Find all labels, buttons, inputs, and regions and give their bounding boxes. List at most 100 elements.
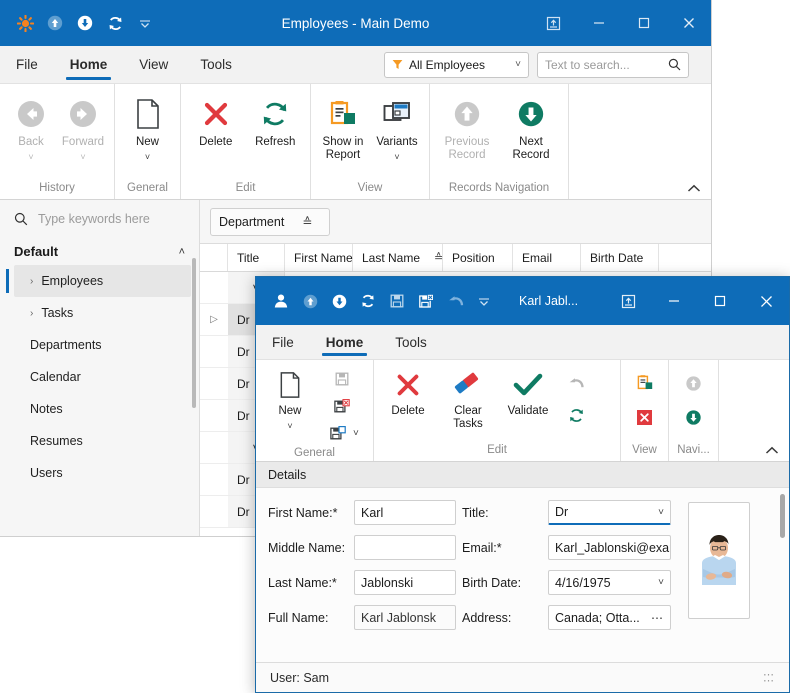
tab-tools[interactable]: Tools	[379, 325, 443, 359]
show-in-report-button[interactable]	[632, 371, 658, 395]
minimize-icon[interactable]	[576, 0, 621, 46]
validate-button[interactable]: Validate	[499, 365, 557, 422]
next-object-icon[interactable]	[326, 288, 352, 314]
app-logo-icon[interactable]	[12, 10, 38, 36]
new-button[interactable]: New ˅	[121, 92, 174, 165]
navigation-search-input[interactable]: Type keywords here	[0, 200, 199, 238]
forward-button[interactable]: Forward ˅	[58, 92, 108, 165]
detail-quick-access-toolbar	[256, 288, 497, 314]
chevron-down-icon: ˅	[144, 152, 151, 162]
first-name-input[interactable]: Karl	[354, 500, 456, 525]
variants-button[interactable]: Variants ˅	[371, 92, 423, 165]
tab-view[interactable]: View	[123, 46, 184, 83]
tab-tools[interactable]: Tools	[184, 46, 248, 83]
resize-grip-icon[interactable]: ⋯ ⋯	[763, 669, 775, 686]
tab-file[interactable]: File	[0, 46, 54, 83]
sidebar-item-users[interactable]: Users	[0, 457, 199, 489]
save-and-close-icon[interactable]	[413, 288, 439, 314]
maximize-icon[interactable]	[621, 0, 666, 46]
ribbon-group-view: View	[621, 360, 669, 461]
detail-ribbon-tabs: File Home Tools	[256, 325, 789, 360]
qat-overflow-icon[interactable]	[132, 10, 158, 36]
tab-file[interactable]: File	[256, 325, 310, 359]
show-in-report-button[interactable]: Show in Report	[317, 92, 369, 166]
address-lookup[interactable]: Canada; Otta... ⋯	[548, 605, 671, 630]
column-header-last-name[interactable]: Last Name ≙	[353, 244, 443, 271]
undo-button[interactable]	[563, 371, 589, 395]
new-document-icon	[277, 369, 303, 401]
validate-label: Validate	[507, 405, 549, 417]
restore-layout-icon[interactable]	[531, 0, 576, 46]
validate-check-icon	[513, 369, 543, 401]
sidebar-item-notes[interactable]: Notes	[0, 393, 199, 425]
column-header-filler	[659, 244, 711, 271]
previous-record-button[interactable]: Previous Record	[436, 92, 498, 166]
next-object-icon[interactable]	[72, 10, 98, 36]
previous-object-icon[interactable]	[42, 10, 68, 36]
full-name-input: Karl Jablonsk	[354, 605, 456, 630]
column-header-email[interactable]: Email	[513, 244, 581, 271]
chevron-down-icon[interactable]: ˅	[353, 428, 359, 439]
birth-date-combo[interactable]: 4/16/1975 ˅	[548, 570, 671, 595]
close-icon[interactable]	[743, 277, 789, 325]
email-input[interactable]: Karl_Jablonski@examp	[548, 535, 671, 560]
detail-content-scrollbar[interactable]	[780, 494, 785, 538]
next-record-button[interactable]	[681, 405, 707, 429]
tab-home[interactable]: Home	[310, 325, 380, 359]
maximize-icon[interactable]	[697, 277, 743, 325]
column-header-first-name[interactable]: First Name	[285, 244, 353, 271]
search-input[interactable]: Text to search...	[537, 51, 689, 78]
column-header-birth-date[interactable]: Birth Date	[581, 244, 659, 271]
full-name-label: Full Name:	[268, 610, 329, 625]
new-label: New	[278, 405, 302, 417]
close-record-button[interactable]	[632, 405, 658, 429]
filter-combo[interactable]: All Employees ˅	[384, 51, 529, 78]
delete-button[interactable]: Delete	[379, 365, 437, 422]
previous-record-button[interactable]	[681, 371, 707, 395]
refresh-button[interactable]: Refresh	[247, 92, 305, 153]
qat-overflow-icon[interactable]	[471, 288, 497, 314]
column-header-position[interactable]: Position	[443, 244, 513, 271]
save-icon[interactable]	[384, 288, 410, 314]
ellipsis-icon[interactable]: ⋯	[645, 611, 664, 625]
sidebar-item-departments[interactable]: Departments	[0, 329, 199, 361]
ribbon-collapse-button[interactable]	[687, 184, 701, 193]
column-header-title[interactable]: Title	[228, 244, 285, 271]
navigation-scrollbar[interactable]	[192, 258, 196, 408]
search-icon	[668, 58, 681, 71]
sidebar-item-calendar[interactable]: Calendar	[0, 361, 199, 393]
undo-icon[interactable]	[442, 288, 468, 314]
first-name-label: First Name:*	[268, 505, 338, 520]
navigation-group-default[interactable]: Default ˄	[0, 238, 199, 265]
back-button[interactable]: Back ˅	[6, 92, 56, 165]
save-button[interactable]	[329, 367, 355, 391]
sidebar-item-employees[interactable]: › Employees	[6, 265, 191, 297]
address-label: Address:	[462, 610, 512, 625]
refresh-icon[interactable]	[102, 10, 128, 36]
minimize-icon[interactable]	[651, 277, 697, 325]
next-record-button[interactable]: Next Record	[500, 92, 562, 166]
employee-photo[interactable]	[688, 502, 750, 619]
ribbon-collapse-button[interactable]	[765, 446, 779, 455]
middle-name-input[interactable]	[354, 535, 456, 560]
sidebar-item-tasks[interactable]: › Tasks	[0, 297, 199, 329]
title-combo[interactable]: Dr ˅	[548, 500, 671, 525]
delete-button[interactable]: Delete	[187, 92, 245, 153]
close-icon[interactable]	[666, 0, 711, 46]
person-icon[interactable]	[268, 288, 294, 314]
refresh-button[interactable]	[563, 403, 589, 427]
new-button[interactable]: New ˅	[261, 365, 319, 434]
chevron-right-icon: ›	[30, 307, 34, 319]
clear-tasks-button[interactable]: Clear Tasks	[439, 365, 497, 435]
save-and-close-button[interactable]	[329, 394, 355, 418]
previous-object-icon[interactable]	[297, 288, 323, 314]
save-and-new-button[interactable]	[325, 421, 351, 445]
photo-field	[671, 500, 767, 630]
group-chip-department[interactable]: Department ≙	[210, 207, 330, 236]
restore-layout-icon[interactable]	[605, 277, 651, 325]
sidebar-item-resumes[interactable]: Resumes	[0, 425, 199, 457]
tab-home[interactable]: Home	[54, 46, 124, 83]
chevron-up-icon: ˄	[178, 245, 185, 258]
refresh-icon[interactable]	[355, 288, 381, 314]
last-name-input[interactable]: Jablonski	[354, 570, 456, 595]
